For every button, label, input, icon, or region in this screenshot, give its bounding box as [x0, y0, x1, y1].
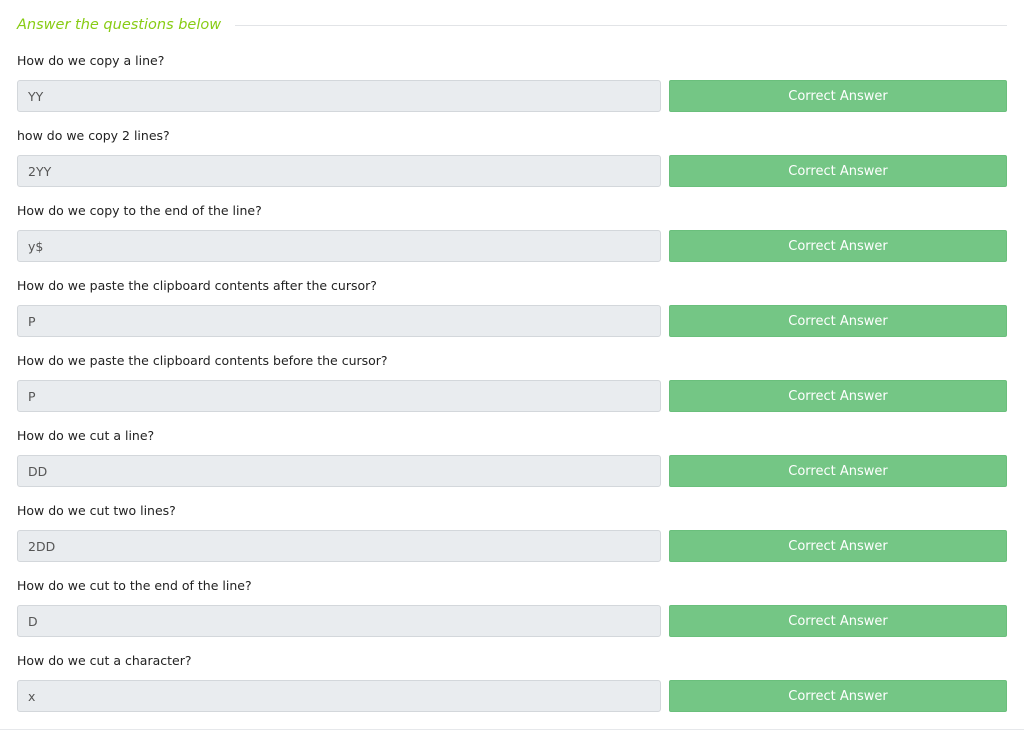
- answer-row: Correct Answer: [17, 530, 1007, 562]
- answer-input[interactable]: [17, 80, 661, 112]
- question-item: how do we copy 2 lines? Correct Answer: [17, 128, 1007, 203]
- question-item: How do we paste the clipboard contents a…: [17, 278, 1007, 353]
- section-title: Answer the questions below: [17, 16, 222, 33]
- question-item: How do we cut a character? Correct Answe…: [17, 653, 1007, 728]
- answer-row: Correct Answer: [17, 605, 1007, 637]
- answer-input[interactable]: [17, 230, 661, 262]
- correct-answer-button[interactable]: Correct Answer: [669, 605, 1007, 637]
- question-item: How do we copy to the end of the line? C…: [17, 203, 1007, 278]
- question-label: how do we copy 2 lines?: [17, 128, 170, 143]
- answer-row: Correct Answer: [17, 230, 1007, 262]
- answer-row: Correct Answer: [17, 680, 1007, 712]
- answer-row: Correct Answer: [17, 380, 1007, 412]
- correct-answer-button[interactable]: Correct Answer: [669, 230, 1007, 262]
- answer-input[interactable]: [17, 305, 661, 337]
- answer-input[interactable]: [17, 380, 661, 412]
- correct-answer-button[interactable]: Correct Answer: [669, 80, 1007, 112]
- question-label: How do we paste the clipboard contents a…: [17, 278, 377, 293]
- answer-input[interactable]: [17, 605, 661, 637]
- question-label: How do we cut a line?: [17, 428, 155, 443]
- correct-answer-button[interactable]: Correct Answer: [669, 680, 1007, 712]
- question-item: How do we cut a line? Correct Answer: [17, 428, 1007, 503]
- answer-input[interactable]: [17, 455, 661, 487]
- question-section: Answer the questions below How do we cop…: [0, 0, 1024, 730]
- correct-answer-button[interactable]: Correct Answer: [669, 305, 1007, 337]
- correct-answer-button[interactable]: Correct Answer: [669, 455, 1007, 487]
- question-label: How do we copy to the end of the line?: [17, 203, 262, 218]
- question-label: How do we cut two lines?: [17, 503, 176, 518]
- question-item: How do we cut two lines? Correct Answer: [17, 503, 1007, 578]
- question-label: How do we cut a character?: [17, 653, 192, 668]
- question-label: How do we copy a line?: [17, 53, 165, 68]
- question-item: How do we copy a line? Correct Answer: [17, 53, 1007, 128]
- answer-input[interactable]: [17, 530, 661, 562]
- answer-row: Correct Answer: [17, 80, 1007, 112]
- section-header: Answer the questions below: [17, 0, 1007, 52]
- question-label: How do we cut to the end of the line?: [17, 578, 252, 593]
- question-label: How do we paste the clipboard contents b…: [17, 353, 388, 368]
- answer-row: Correct Answer: [17, 155, 1007, 187]
- section-divider: [235, 24, 1007, 26]
- answer-input[interactable]: [17, 680, 661, 712]
- correct-answer-button[interactable]: Correct Answer: [669, 155, 1007, 187]
- question-item: How do we cut to the end of the line? Co…: [17, 578, 1007, 653]
- answer-row: Correct Answer: [17, 305, 1007, 337]
- correct-answer-button[interactable]: Correct Answer: [669, 530, 1007, 562]
- questions-list: How do we copy a line? Correct Answer ho…: [17, 53, 1007, 728]
- answer-row: Correct Answer: [17, 455, 1007, 487]
- correct-answer-button[interactable]: Correct Answer: [669, 380, 1007, 412]
- answer-input[interactable]: [17, 155, 661, 187]
- question-item: How do we paste the clipboard contents b…: [17, 353, 1007, 428]
